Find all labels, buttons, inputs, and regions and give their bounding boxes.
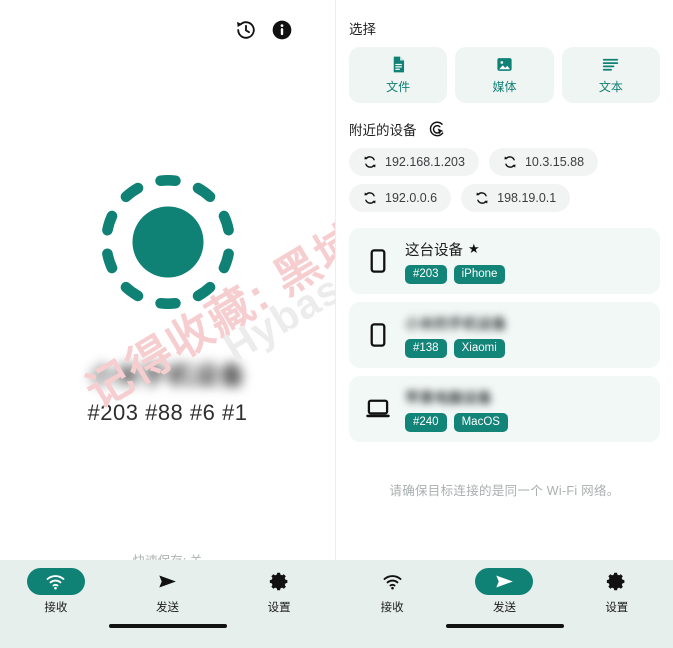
wifi-icon [45, 571, 66, 592]
refresh-icon [363, 191, 377, 205]
choose-text-button[interactable]: 文本 [561, 47, 660, 103]
device-platform-badge: MacOS [453, 412, 508, 432]
laptop-icon [365, 396, 391, 422]
right-bottom-nav: 接收 发送 设置 [336, 560, 673, 622]
device-name: 苹果电脑设备 [405, 390, 492, 407]
nav-label-settings: 设置 [605, 601, 629, 614]
ip-address: 192.0.0.6 [385, 191, 438, 205]
nav-item-send[interactable]: 发送 [448, 567, 560, 615]
left-bottom-nav: 接收 发送 设置 [0, 560, 335, 622]
refresh-icon [475, 191, 489, 205]
device-id-badge: #138 [405, 338, 447, 358]
refresh-icon [363, 155, 377, 169]
phone-icon [365, 248, 391, 274]
device-badges: #240 MacOS [405, 412, 508, 432]
device-name-row: 这台设备 ★ [405, 239, 505, 260]
history-icon[interactable] [235, 19, 257, 41]
send-screen-panel: 选择 文件 媒体 文本 附近的设备 192.168.1.203 10.3.15.… [336, 0, 673, 648]
nav-label-settings: 设置 [267, 601, 291, 614]
nav-item-receive[interactable]: 接收 [0, 567, 112, 615]
device-info: 小米的手机设备 #138 Xiaomi [405, 313, 507, 358]
nav-label-receive: 接收 [380, 601, 404, 614]
device-platform-badge: Xiaomi [453, 338, 505, 358]
quick-save-status: 快速保存: 关 [0, 550, 335, 560]
send-icon [157, 571, 178, 592]
nav-pill-send [139, 568, 197, 595]
nearby-section-title: 附近的设备 [349, 123, 417, 138]
ip-chip[interactable]: 10.3.15.88 [488, 148, 599, 176]
choose-text-label: 文本 [598, 80, 623, 94]
choose-section-title: 选择 [349, 22, 376, 37]
device-row[interactable]: 苹果电脑设备 #240 MacOS [349, 376, 660, 442]
receiving-radar-icon[interactable] [94, 168, 242, 316]
device-badges: #138 Xiaomi [405, 338, 507, 358]
screenshot-root: 小米手机设备 #203 #88 #6 #1 快速保存: 关 记得收藏: 黑域基地… [0, 0, 673, 648]
device-id-badge: #203 [405, 264, 447, 284]
local-device-ids: #203 #88 #6 #1 [87, 400, 248, 425]
radar-scan-icon[interactable] [429, 121, 446, 138]
right-gesture-area [336, 622, 673, 648]
send-body: 选择 文件 媒体 文本 附近的设备 192.168.1.203 10.3.15.… [336, 0, 673, 560]
nav-pill-receive [26, 567, 85, 595]
info-icon[interactable] [271, 19, 293, 41]
favorite-star-icon: ★ [468, 241, 480, 256]
gear-icon [606, 571, 627, 592]
device-info: 苹果电脑设备 #240 MacOS [405, 387, 508, 432]
ip-address: 198.19.0.1 [497, 191, 557, 205]
phone-icon [365, 322, 391, 348]
ip-chip[interactable]: 198.19.0.1 [461, 184, 571, 212]
gear-icon [269, 571, 290, 592]
nav-item-settings[interactable]: 设置 [223, 568, 335, 615]
choose-options-row: 文件 媒体 文本 [349, 47, 660, 103]
device-platform-badge: iPhone [453, 264, 506, 284]
nav-pill-settings [250, 568, 308, 595]
receive-screen-panel: 小米手机设备 #203 #88 #6 #1 快速保存: 关 记得收藏: 黑域基地… [0, 0, 336, 648]
file-icon [389, 55, 408, 74]
left-topbar [0, 0, 335, 60]
nav-item-settings[interactable]: 设置 [561, 568, 673, 615]
choose-media-button[interactable]: 媒体 [455, 47, 554, 103]
ip-address: 10.3.15.88 [524, 155, 585, 169]
nav-pill-settings [588, 568, 646, 595]
nav-pill-send [475, 567, 534, 595]
ip-address: 192.168.1.203 [385, 155, 465, 169]
device-id-badge: #240 [405, 412, 447, 432]
receiver-graphic-wrap [0, 168, 335, 316]
nearby-section-header: 附近的设备 [349, 119, 660, 139]
refresh-icon [503, 155, 517, 169]
device-info: 这台设备 ★ #203 iPhone [405, 239, 506, 284]
left-gesture-area [0, 622, 335, 648]
nearby-ip-list: 192.168.1.203 10.3.15.88 192.0.0.6 198.1… [349, 148, 660, 212]
nav-item-send[interactable]: 发送 [112, 568, 224, 615]
nav-label-send: 发送 [492, 601, 516, 614]
image-icon [495, 55, 514, 74]
nav-pill-receive [363, 568, 421, 595]
send-content: 选择 文件 媒体 文本 附近的设备 192.168.1.203 10.3.15.… [336, 0, 673, 442]
same-wifi-hint: 请确保目标连接的是同一个 Wi-Fi 网络。 [389, 484, 620, 498]
device-name: 小米的手机设备 [405, 316, 507, 333]
receive-body: 小米手机设备 #203 #88 #6 #1 快速保存: 关 记得收藏: 黑域基地… [0, 60, 335, 560]
device-row-this-device[interactable]: 这台设备 ★ #203 iPhone [349, 228, 660, 294]
home-indicator [108, 624, 227, 628]
wifi-icon [382, 571, 403, 592]
ip-chip[interactable]: 192.168.1.203 [349, 148, 479, 176]
send-icon [494, 571, 515, 592]
device-badges: #203 iPhone [405, 264, 506, 284]
local-device-name: 小米手机设备 [89, 362, 246, 390]
choose-media-label: 媒体 [492, 80, 517, 94]
nav-item-receive[interactable]: 接收 [336, 568, 448, 615]
ip-chip[interactable]: 192.0.0.6 [349, 184, 452, 212]
text-lines-icon [601, 55, 620, 74]
nav-label-receive: 接收 [44, 601, 68, 614]
choose-file-label: 文件 [386, 80, 411, 94]
choose-file-button[interactable]: 文件 [349, 47, 448, 103]
home-indicator [445, 624, 564, 628]
device-row[interactable]: 小米的手机设备 #138 Xiaomi [349, 302, 660, 368]
device-name: 这台设备 [405, 242, 463, 259]
nav-label-send: 发送 [156, 601, 179, 614]
device-list: 这台设备 ★ #203 iPhone 小米的手机设备 #138 Xiaomi 苹… [349, 228, 660, 442]
